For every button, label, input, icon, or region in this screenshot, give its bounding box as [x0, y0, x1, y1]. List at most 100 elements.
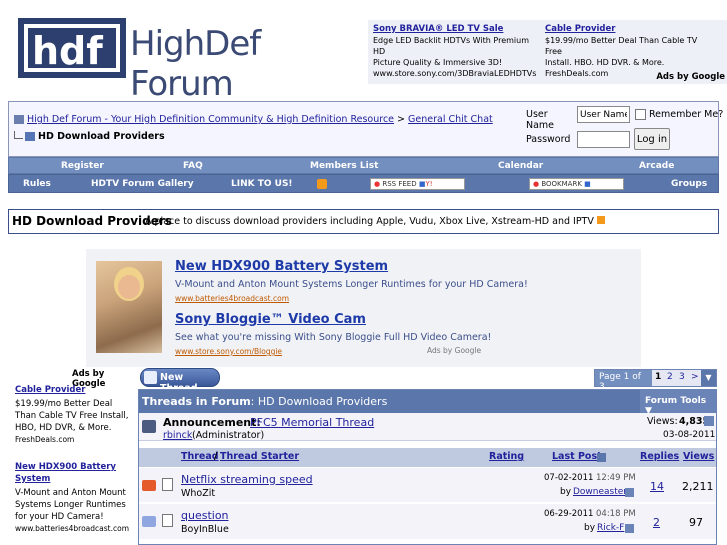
col-views[interactable]: Views [683, 451, 714, 462]
bookmark-button[interactable]: ● BOOKMARK ■ [529, 178, 624, 190]
top-ad-1[interactable]: Sony BRAVIA® LED TV Sale Edge LED Backli… [373, 24, 538, 79]
pager-menu-icon[interactable]: ▼ [701, 370, 716, 386]
announcement-role: (Administrator) [192, 430, 265, 441]
nav-register[interactable]: Register [61, 161, 104, 171]
forum-title-box: HD Download Providers A place to discuss… [8, 209, 719, 234]
thread-table: Threads in Forum: HD Download Providers … [138, 389, 717, 545]
forum-rss-icon[interactable] [596, 216, 605, 224]
ad-hdx900-text: V-Mount and Anton Mount Systems Longer R… [175, 279, 528, 290]
thread-title[interactable]: Netflix streaming speed [181, 473, 313, 486]
ad-hdx900-url[interactable]: www.batteries4broadcast.com [175, 294, 289, 303]
nav-groups[interactable]: Groups [671, 179, 707, 189]
forum-tools-button[interactable]: Forum Tools ▼ [640, 390, 716, 416]
side-ad-battery-text: V-Mount and Anton Mount Systems Longer R… [15, 488, 126, 522]
bookmark-label: BOOKMARK [541, 180, 582, 188]
nav-arcade[interactable]: Arcade [639, 161, 674, 171]
breadcrumb: High Def Forum - Your High Definition Co… [14, 114, 493, 125]
thread-starter[interactable]: WhoZit [181, 488, 215, 499]
thread-replies[interactable]: 14 [650, 480, 664, 493]
thread-lastpost-date: 06-29-2011 [544, 509, 594, 519]
new-thread-icon [144, 371, 157, 384]
pager-page-2[interactable]: 2 [667, 372, 673, 382]
pager-next[interactable]: > [691, 372, 699, 382]
sort-desc-icon[interactable] [597, 453, 606, 462]
top-ad-1-url: www.store.sony.com/3DBraviaLEDHDTVs [373, 69, 537, 78]
thread-doc-icon [162, 478, 173, 491]
login-button[interactable]: Log in [634, 128, 670, 150]
site-header: hdf HighDef Forum Sony BRAVIA® LED TV Sa… [0, 0, 727, 104]
thread-replies[interactable]: 2 [653, 516, 660, 529]
announcement-row: Announcement: PFC5 Memorial Thread rbinc… [139, 413, 716, 441]
announcement-label: Announcement: [163, 416, 261, 429]
thread-title[interactable]: question [181, 509, 229, 522]
thread-by: by [560, 487, 572, 497]
announcement-author[interactable]: rbinck [163, 430, 192, 441]
announcement-link[interactable]: PFC5 Memorial Thread [250, 416, 374, 429]
nav-link-to-us[interactable]: LINK TO US! [231, 179, 293, 189]
top-ad-1-line2: Picture Quality & Immersive 3D! [373, 58, 503, 67]
pager-label: Page 1 of 3 [595, 370, 652, 392]
rss-feed-label: RSS FEED [382, 180, 417, 188]
thread-row[interactable]: Netflix streaming speed WhoZit 07-02-201… [139, 468, 716, 503]
username-input[interactable] [577, 106, 630, 123]
remember-checkbox[interactable] [635, 109, 646, 120]
top-ad-2-line2: Install. HBO. HD DVR. & More. [545, 58, 665, 67]
side-ad-cable-text: $19.99/mo Better Deal Than Cable TV Free… [15, 399, 129, 433]
thread-views: 2,211 [682, 480, 714, 493]
thread-by: by [584, 523, 596, 533]
side-ad-cable[interactable]: Cable Provider $19.99/mo Better Deal Tha… [15, 384, 133, 446]
rss-feed-button[interactable]: ● RSS FEED ■Y! [370, 178, 465, 190]
col-replies[interactable]: Replies [640, 451, 679, 462]
col-thread[interactable]: Thread [181, 451, 219, 462]
nav-rules[interactable]: Rules [23, 179, 51, 189]
ad-bloggie-text: See what you're missing With Sony Bloggi… [175, 332, 492, 343]
center-ad-block: New HDX900 Battery System V-Mount and An… [86, 249, 641, 367]
top-ad-2-line1: $19.99/mo Better Deal Than Cable TV Free [545, 36, 698, 56]
nav-members-list[interactable]: Members List [310, 161, 378, 171]
rss-icon[interactable] [317, 179, 327, 189]
top-ad-1-line1: Edge LED Backlit HDTVs With Premium HD [373, 36, 529, 56]
nav-calendar[interactable]: Calendar [498, 161, 543, 171]
top-ad-1-title[interactable]: Sony BRAVIA® LED TV Sale [373, 24, 538, 35]
col-starter[interactable]: Thread Starter [220, 451, 299, 462]
nav-faq[interactable]: FAQ [183, 161, 203, 171]
sidebar-ads: Ads by Google Cable Provider $19.99/mo B… [0, 368, 136, 545]
thread-starter[interactable]: BoyInBlue [181, 524, 229, 535]
announcement-views-label: Views: [647, 416, 678, 427]
breadcrumb-sep: > [397, 114, 406, 125]
password-input[interactable] [577, 131, 630, 148]
site-logo[interactable]: hdf HighDef Forum [18, 18, 368, 104]
goto-last-icon[interactable] [704, 416, 714, 426]
thread-lastpost-user[interactable]: Rick-F [597, 523, 624, 533]
forum-description: A place to discuss download providers in… [145, 216, 605, 227]
side-ad-battery[interactable]: New HDX900 Battery System V-Mount and An… [15, 461, 133, 535]
side-ad-cable-title[interactable]: Cable Provider [15, 384, 133, 396]
col-rating[interactable]: Rating [489, 451, 524, 462]
top-ad-2-title[interactable]: Cable Provider [545, 24, 710, 35]
pager-page-3[interactable]: 3 [679, 372, 685, 382]
goto-last-post-icon[interactable] [625, 488, 634, 497]
forum-tools-label: Forum Tools [645, 396, 707, 406]
svg-text:hdf: hdf [32, 29, 103, 73]
new-thread-button[interactable]: New Thread [140, 368, 220, 394]
thread-row[interactable]: question BoyInBlue 06-29-2011 04:18 PM b… [139, 504, 716, 539]
ads-by-google-center[interactable]: Ads by Google [427, 346, 481, 355]
announcement-icon [142, 420, 156, 433]
col-lastpost[interactable]: Last Post [552, 451, 602, 462]
ads-by-google-top[interactable]: Ads by Google [656, 72, 725, 82]
folder-icon [14, 131, 23, 139]
nav-gallery[interactable]: HDTV Forum Gallery [91, 179, 194, 189]
side-ad-battery-title[interactable]: New HDX900 Battery System [15, 461, 133, 485]
ad-bloggie-title[interactable]: Sony Bloggie™ Video Cam [175, 312, 366, 327]
home-icon[interactable] [14, 115, 24, 124]
ad-bloggie-url[interactable]: www.store.sony.com/Bloggie [175, 347, 282, 356]
top-ad-2[interactable]: Cable Provider $19.99/mo Better Deal Tha… [545, 24, 710, 79]
thread-lastpost-user[interactable]: Downeaster [573, 487, 627, 497]
ad-photo[interactable] [96, 261, 162, 353]
goto-last-post-icon[interactable] [625, 524, 634, 533]
forum-description-text: A place to discuss download providers in… [145, 216, 594, 227]
breadcrumb-root-link[interactable]: High Def Forum - Your High Definition Co… [27, 114, 394, 125]
breadcrumb-parent-link[interactable]: General Chit Chat [408, 114, 493, 125]
ad-hdx900-title[interactable]: New HDX900 Battery System [175, 259, 388, 274]
side-ad-battery-url: www.batteries4broadcast.com [15, 524, 130, 533]
